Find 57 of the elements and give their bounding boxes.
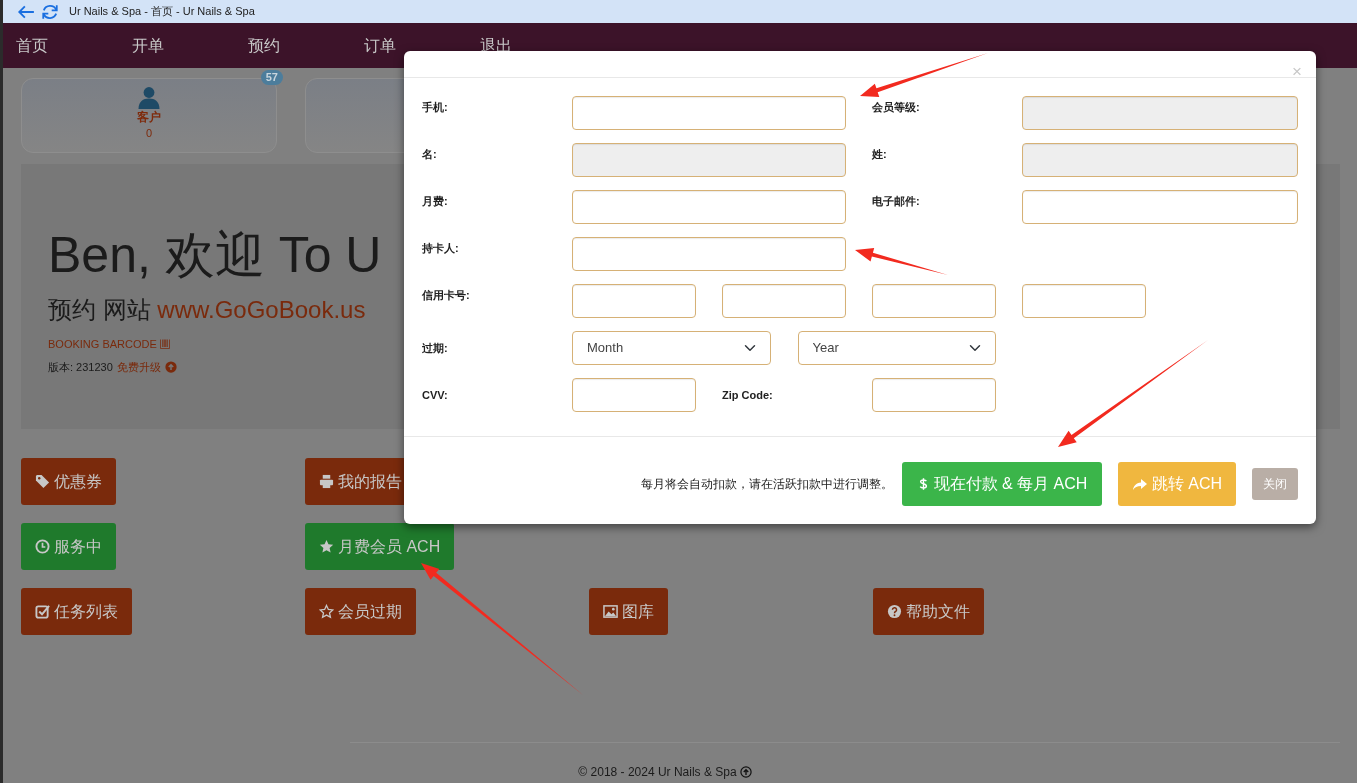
field-label: 电子邮件: bbox=[872, 194, 921, 209]
input-field[interactable] bbox=[1022, 284, 1146, 318]
select-field[interactable]: Month bbox=[572, 331, 771, 365]
menu-tile[interactable]: 任务列表 bbox=[21, 588, 132, 635]
person-icon bbox=[137, 85, 161, 109]
input-field[interactable] bbox=[872, 284, 996, 318]
star-outline-icon bbox=[319, 604, 334, 619]
select-field[interactable]: Year bbox=[797, 331, 996, 365]
card-label: 客户 bbox=[137, 109, 161, 125]
field-label: 会员等级: bbox=[872, 100, 921, 115]
nav-link[interactable]: 预约 bbox=[248, 37, 280, 54]
field-label: 过期: bbox=[422, 340, 449, 356]
menu-tile[interactable]: 月费会员 ACH bbox=[305, 523, 455, 570]
input-field[interactable] bbox=[1022, 190, 1298, 224]
field-label: 持卡人: bbox=[422, 241, 460, 256]
checkbox-icon bbox=[35, 604, 50, 619]
field-label: Zip Code: bbox=[722, 387, 774, 403]
input-field[interactable] bbox=[572, 284, 696, 318]
window-title: Ur Nails & Spa - 首页 - Ur Nails & Spa bbox=[69, 4, 255, 20]
input-field[interactable] bbox=[722, 284, 846, 318]
input-field[interactable] bbox=[872, 378, 996, 412]
count-badge: 57 bbox=[260, 70, 283, 85]
auto-charge-note: 每月将会自动扣款，请在活跃扣款中进行调整。 bbox=[641, 476, 893, 493]
question-icon bbox=[887, 604, 902, 619]
nav-link[interactable]: 首页 bbox=[16, 37, 48, 54]
printer-icon bbox=[319, 474, 334, 489]
field-label: 月费: bbox=[422, 194, 449, 209]
menu-tile[interactable]: 服务中 bbox=[21, 523, 116, 570]
upload-icon bbox=[164, 360, 177, 373]
version-text: 版本: 231230 bbox=[48, 359, 113, 375]
input-field[interactable] bbox=[572, 237, 846, 271]
field-label: 姓: bbox=[872, 147, 888, 162]
tag-icon bbox=[35, 474, 50, 489]
field-label: 手机: bbox=[422, 100, 449, 115]
up-arrow-icon bbox=[739, 766, 752, 778]
nav-link[interactable]: 订单 bbox=[364, 37, 396, 54]
clock-icon bbox=[35, 539, 50, 554]
refresh-icon bbox=[41, 2, 59, 21]
welcome-heading: Ben, 欢迎 To U bbox=[48, 226, 382, 285]
field-label: 信用卡号: bbox=[422, 288, 471, 303]
image-icon bbox=[603, 604, 618, 619]
input-field[interactable] bbox=[572, 378, 696, 412]
input-field[interactable] bbox=[572, 96, 846, 130]
nav-link[interactable]: 开单 bbox=[132, 37, 164, 54]
star-icon bbox=[319, 539, 334, 554]
menu-tile[interactable]: 图库 bbox=[589, 588, 668, 635]
field-label: CVV: bbox=[422, 387, 449, 403]
card-count: 0 bbox=[145, 126, 153, 141]
footer-text: © 2018 - 2024 Ur Nails & Spa bbox=[578, 764, 737, 781]
menu-tile[interactable]: 会员过期 bbox=[305, 588, 416, 635]
field-label: 名: bbox=[422, 147, 438, 162]
menu-tile[interactable]: 优惠券 bbox=[21, 458, 116, 505]
menu-tile[interactable]: 帮助文件 bbox=[873, 588, 984, 635]
barcode-icon bbox=[158, 338, 171, 351]
input-field[interactable] bbox=[572, 190, 846, 224]
site-label: 预约 网站 bbox=[48, 296, 151, 323]
share-arrow-icon bbox=[1131, 476, 1148, 492]
